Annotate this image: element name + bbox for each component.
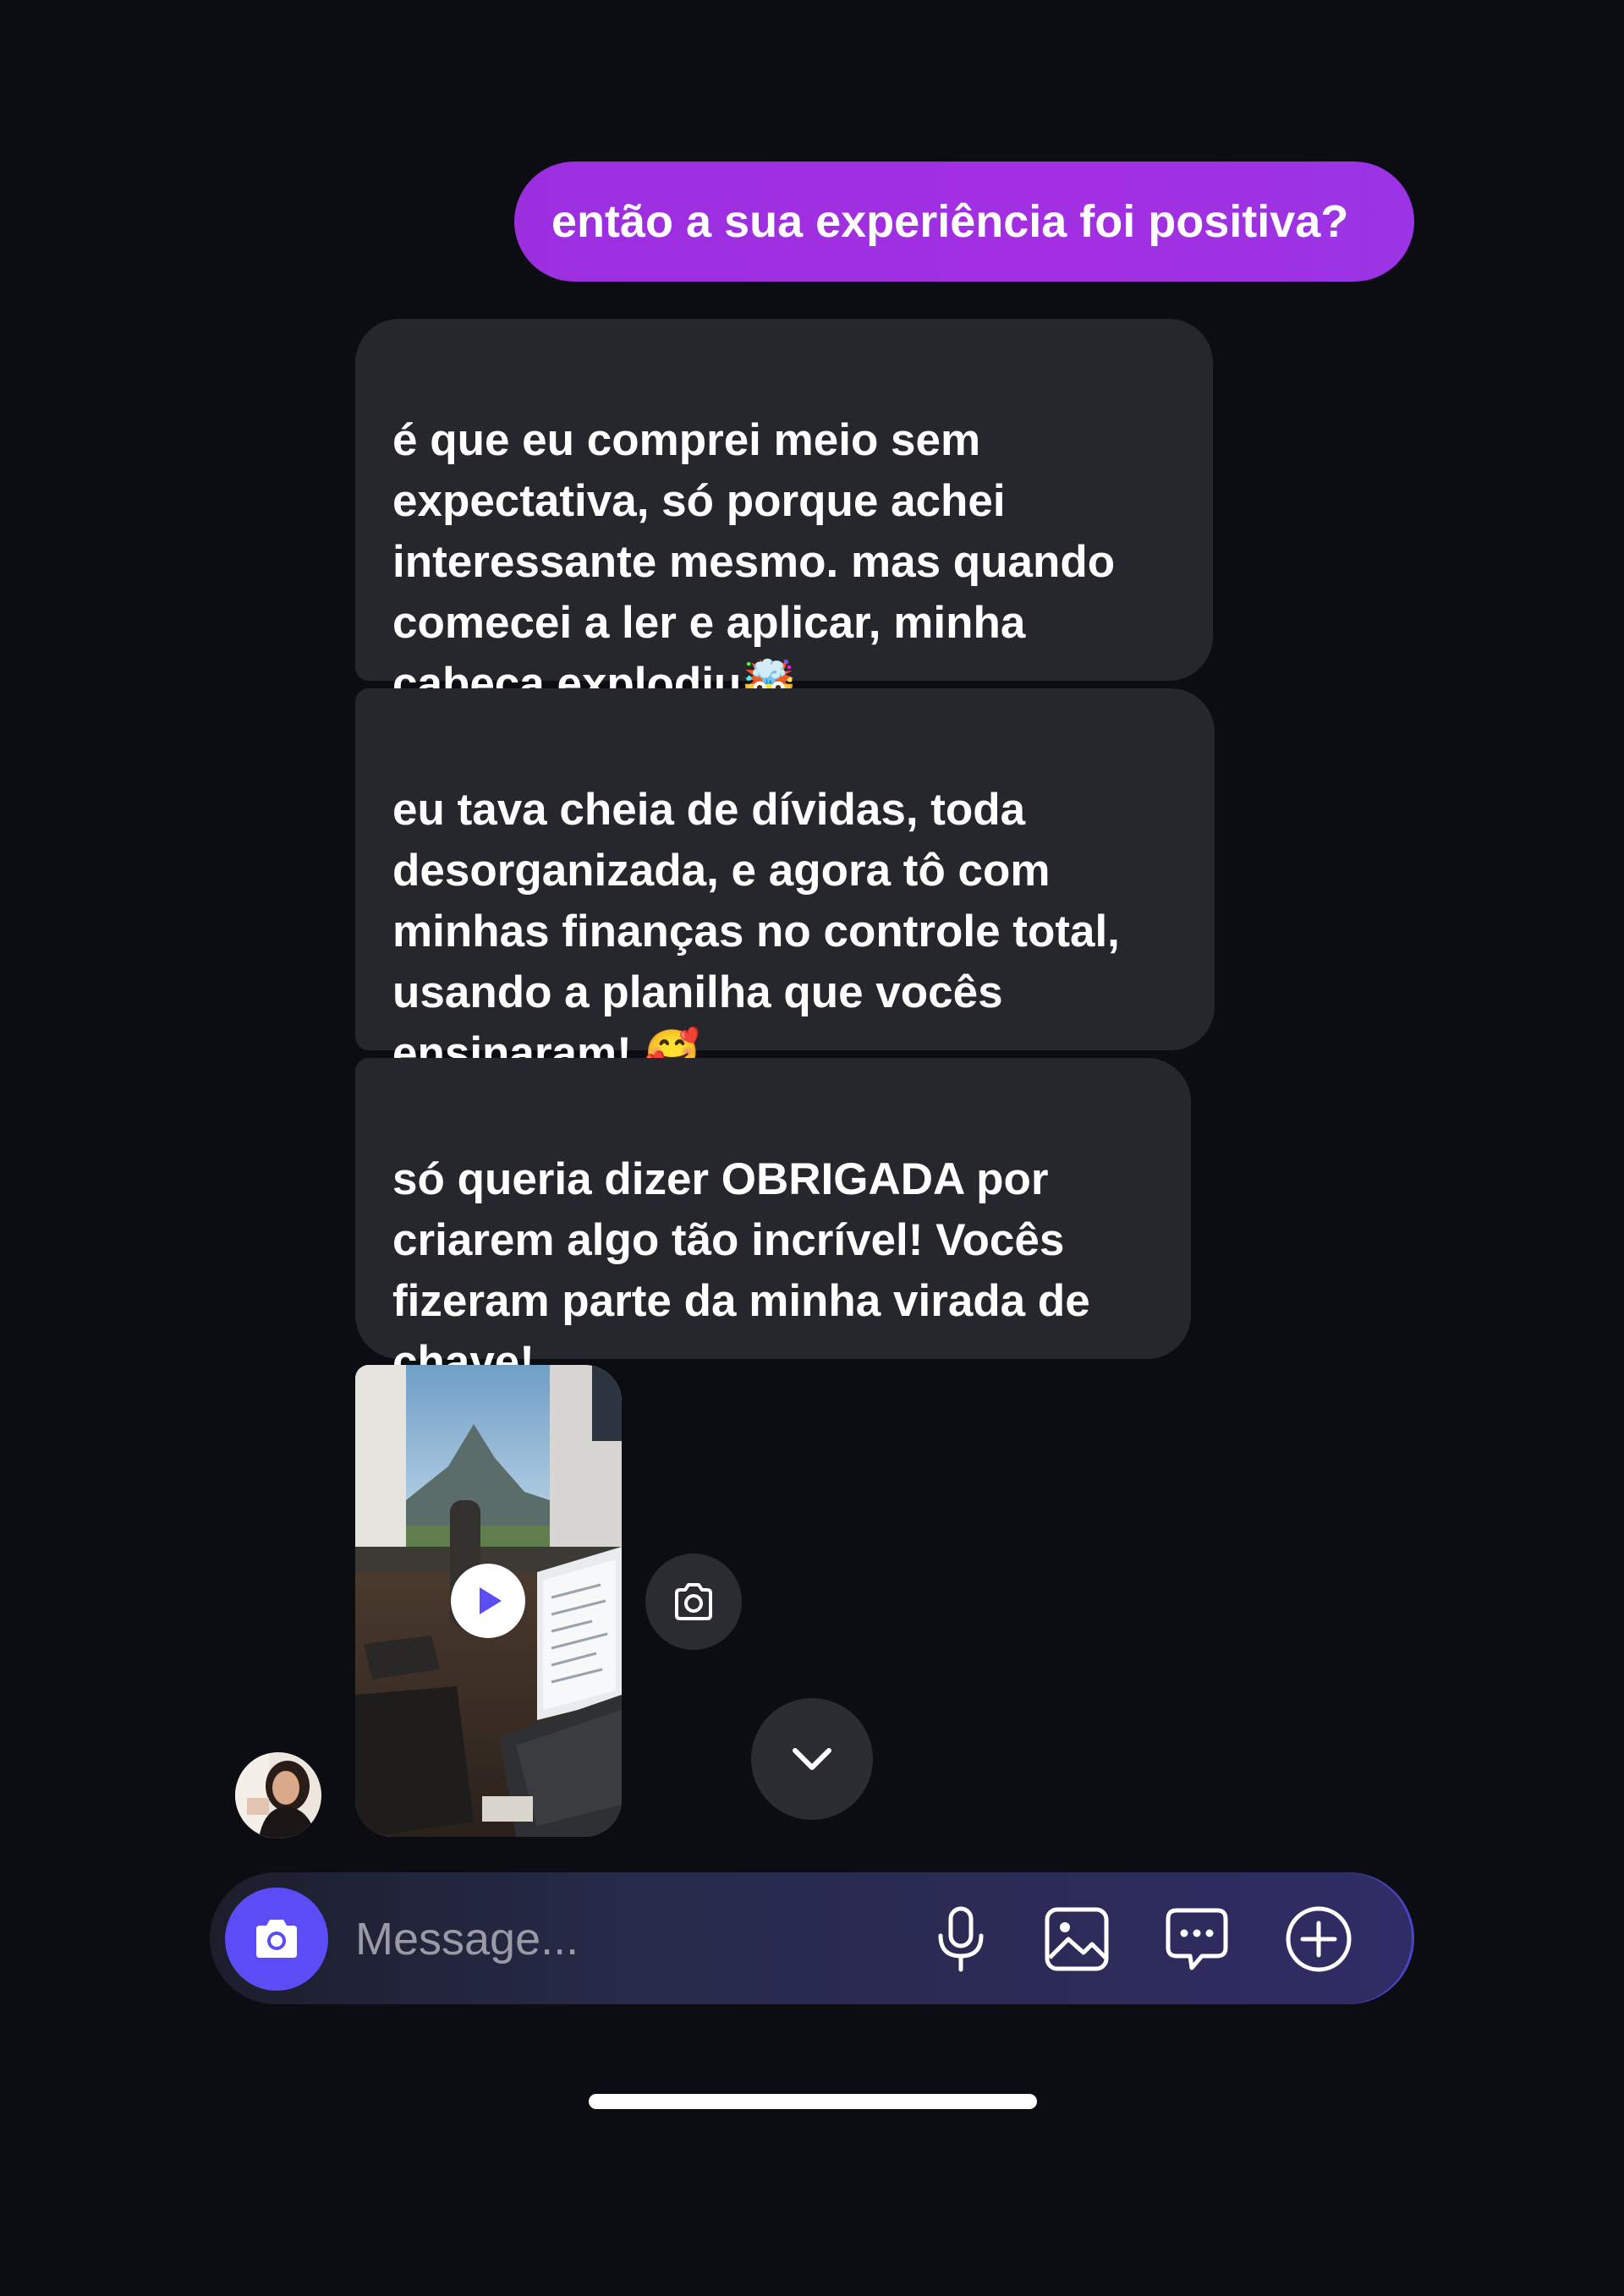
camera-icon bbox=[675, 1583, 712, 1620]
home-indicator bbox=[589, 2094, 1037, 2109]
sticker-button[interactable] bbox=[1159, 1901, 1235, 1977]
chat-screen: então a sua experiência foi positiva? é … bbox=[0, 0, 1624, 2296]
play-icon bbox=[480, 1587, 502, 1614]
received-message[interactable]: é que eu comprei meio sem expectativa, s… bbox=[355, 319, 1213, 709]
microphone-button[interactable] bbox=[923, 1901, 999, 1977]
gallery-icon bbox=[1045, 1907, 1109, 1971]
sticker-icon bbox=[1166, 1908, 1228, 1970]
plus-icon bbox=[1286, 1906, 1352, 1972]
message-input[interactable] bbox=[354, 1898, 763, 1981]
camera-icon bbox=[256, 1920, 297, 1958]
received-message[interactable]: só queria dizer OBRIGADA por criarem alg… bbox=[355, 1058, 1191, 1387]
microphone-icon bbox=[938, 1906, 984, 1972]
received-message[interactable]: eu tava cheia de dívidas, toda desorgani… bbox=[355, 688, 1215, 1078]
avatar-image bbox=[235, 1752, 321, 1838]
sent-message-text: então a sua experiência foi positiva? bbox=[551, 196, 1349, 247]
avatar[interactable] bbox=[235, 1752, 321, 1838]
gallery-button[interactable] bbox=[1039, 1901, 1115, 1977]
scroll-down-button[interactable] bbox=[751, 1698, 873, 1820]
camera-button[interactable] bbox=[225, 1888, 328, 1991]
chevron-down-icon bbox=[793, 1748, 831, 1770]
message-composer bbox=[210, 1872, 1414, 2004]
sent-message[interactable]: então a sua experiência foi positiva? bbox=[514, 162, 1414, 282]
received-message-text: eu tava cheia de dívidas, toda desorgani… bbox=[392, 785, 1120, 1078]
add-button[interactable] bbox=[1281, 1901, 1357, 1977]
play-button[interactable] bbox=[451, 1564, 525, 1638]
camera-button[interactable] bbox=[645, 1553, 742, 1650]
received-message-text: é que eu comprei meio sem expectativa, s… bbox=[392, 415, 1116, 709]
received-message-text: só queria dizer OBRIGADA por criarem alg… bbox=[392, 1154, 1090, 1387]
